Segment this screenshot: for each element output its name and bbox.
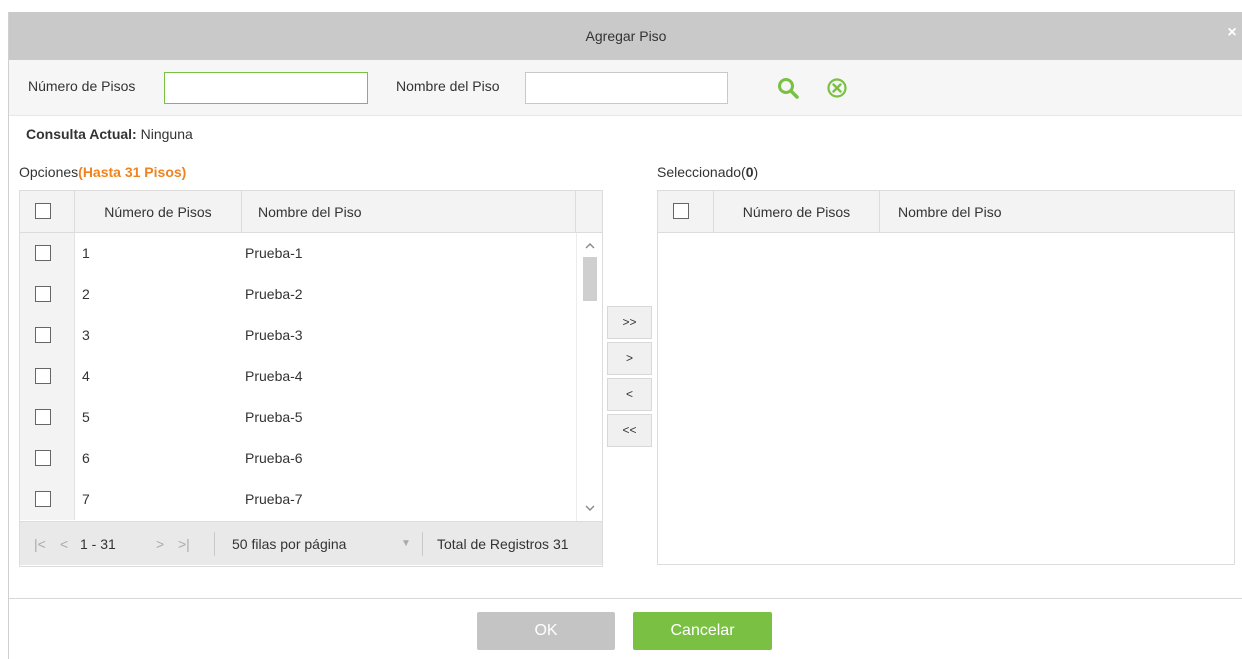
row-floor-number: 5 [82,409,90,425]
table-row[interactable]: 4 Prueba-4 [20,356,576,397]
options-label: Opciones [19,164,79,180]
search-icon[interactable] [776,76,800,103]
table-row[interactable]: 3 Prueba-3 [20,315,576,356]
options-limit: (Hasta 31 Pisos) [78,164,187,180]
options-scrollbar[interactable] [576,233,602,521]
options-heading: Opciones(Hasta 31 Pisos) [19,164,186,180]
header-scroll-spacer [576,191,602,233]
row-floor-name: Prueba-5 [245,409,303,425]
row-floor-name: Prueba-1 [245,245,303,261]
current-query-label: Consulta Actual: [26,126,137,142]
add-selected-button[interactable]: > [607,342,652,375]
table-row[interactable]: 5 Prueba-5 [20,397,576,438]
row-checkbox[interactable] [35,450,51,466]
row-checkbox-cell [20,356,75,397]
row-floor-name: Prueba-6 [245,450,303,466]
options-table-body: 1 Prueba-1 2 Prueba-2 3 Prueba-3 4 Prueb… [20,233,576,521]
add-floor-dialog: Agregar Piso × Número de Pisos Nombre de… [8,12,1242,659]
floor-name-label: Nombre del Piso [396,78,500,94]
row-checkbox-cell [20,479,75,520]
row-checkbox-cell [20,274,75,315]
floor-number-label: Número de Pisos [28,78,136,94]
row-floor-name: Prueba-2 [245,286,303,302]
pagination-bar: |< < 1 - 31 > >| 50 filas por página ▼ T… [20,521,602,565]
selected-count: 0 [745,164,754,180]
table-row[interactable]: 1 Prueba-1 [20,233,576,274]
header-checkbox-cell [20,191,75,233]
row-floor-number: 1 [82,245,90,261]
row-floor-name: Prueba-3 [245,327,303,343]
row-checkbox-cell [20,438,75,479]
column-header-floor-number[interactable]: Número de Pisos [714,191,880,233]
row-floor-number: 3 [82,327,90,343]
row-checkbox[interactable] [35,245,51,261]
header-checkbox-cell [658,191,714,233]
row-floor-number: 2 [82,286,90,302]
row-checkbox-cell [20,397,75,438]
pager-divider [214,532,215,556]
row-checkbox-cell [20,315,75,356]
search-bar: Número de Pisos Nombre del Piso [9,60,1242,116]
total-records: Total de Registros 31 [437,536,569,552]
row-floor-number: 7 [82,491,90,507]
select-all-checkbox[interactable] [35,203,51,219]
row-checkbox-cell [20,233,75,274]
pager-divider [422,532,423,556]
row-checkbox[interactable] [35,491,51,507]
options-table-header: Número de Pisos Nombre del Piso [20,191,602,233]
row-floor-name: Prueba-7 [245,491,303,507]
options-table: Número de Pisos Nombre del Piso 1 Prueba… [19,190,603,567]
row-checkbox[interactable] [35,368,51,384]
cancel-button[interactable]: Cancelar [633,612,772,650]
dialog-titlebar: Agregar Piso × [9,12,1242,60]
table-row[interactable]: 6 Prueba-6 [20,438,576,479]
remove-selected-button[interactable]: < [607,378,652,411]
selected-label-end: ) [753,164,759,180]
scrollbar-thumb[interactable] [583,257,597,301]
row-floor-number: 6 [82,450,90,466]
table-row[interactable]: 7 Prueba-7 [20,479,576,520]
first-page-icon[interactable]: |< [34,522,46,566]
next-page-icon[interactable]: > [156,522,164,566]
clear-icon[interactable] [826,77,848,102]
row-checkbox[interactable] [35,286,51,302]
floor-name-input[interactable] [525,72,728,104]
remove-all-button[interactable]: << [607,414,652,447]
column-header-floor-name[interactable]: Nombre del Piso [242,191,576,233]
column-header-floor-name[interactable]: Nombre del Piso [880,191,1234,233]
scroll-down-icon[interactable] [577,499,603,517]
selected-table: Número de Pisos Nombre del Piso [657,190,1235,565]
dialog-title: Agregar Piso [585,28,667,44]
selected-heading: Seleccionado(0) [657,164,758,180]
rows-per-page-select[interactable]: 50 filas por página [232,522,346,566]
column-header-floor-number[interactable]: Número de Pisos [75,191,242,233]
page-range: 1 - 31 [80,536,116,552]
row-floor-name: Prueba-4 [245,368,303,384]
scroll-up-icon[interactable] [577,237,603,255]
current-query-value: Ninguna [140,126,193,142]
row-checkbox[interactable] [35,327,51,343]
select-all-selected-checkbox[interactable] [673,203,689,219]
add-all-button[interactable]: >> [607,306,652,339]
prev-page-icon[interactable]: < [60,522,68,566]
row-floor-number: 4 [82,368,90,384]
table-row[interactable]: 2 Prueba-2 [20,274,576,315]
ok-button[interactable]: OK [477,612,615,650]
chevron-down-icon[interactable]: ▼ [401,522,411,566]
floor-number-input[interactable] [164,72,368,104]
footer-divider [9,598,1242,599]
selected-label: Seleccionado( [657,164,746,180]
last-page-icon[interactable]: >| [178,522,190,566]
row-checkbox[interactable] [35,409,51,425]
selected-table-header: Número de Pisos Nombre del Piso [658,191,1234,233]
current-query: Consulta Actual: Ninguna [26,126,193,142]
close-icon[interactable]: × [1223,24,1241,42]
